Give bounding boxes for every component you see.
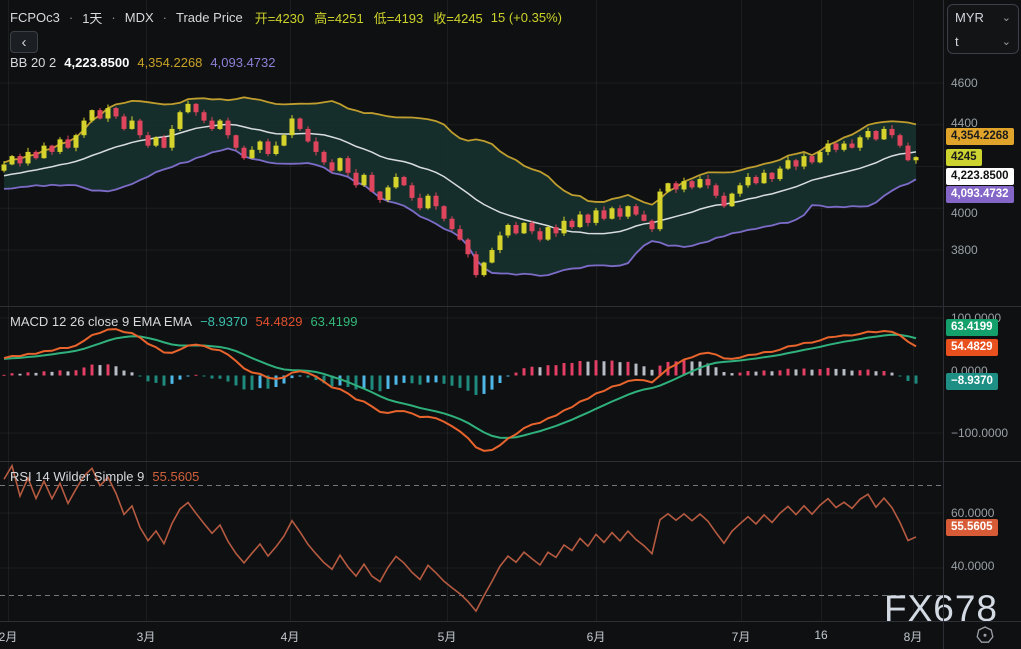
axis-price-badge: 4,354.2268	[946, 128, 1014, 145]
chevron-down-icon: ⌄	[1001, 35, 1011, 48]
ohlc-item: 收=4245	[433, 11, 483, 26]
rsi-pane	[0, 463, 943, 613]
macd-title: MACD 12 26 close 9 EMA EMA	[10, 314, 193, 329]
change-percent: 15 (+0.35%)	[490, 10, 562, 25]
time-axis-label: 7月	[731, 630, 751, 644]
chevron-down-icon: ⌄	[1001, 11, 1011, 24]
axis-tick: 3800	[951, 243, 978, 257]
macd-line-value: 54.4829	[255, 314, 303, 329]
axis-tick: 4600	[951, 76, 978, 90]
pane-divider-price-macd[interactable]	[0, 306, 1021, 307]
scale-unit-selectors: MYR ⌄ t ⌄	[947, 4, 1019, 54]
time-axis-label: 3月	[136, 630, 156, 644]
bb-upper-value: 4,354.2268	[137, 55, 203, 70]
rsi-line	[3, 463, 917, 613]
bb-indicator-row[interactable]: BB 20 2 4,223.8500 4,354.2268 4,093.4732	[10, 55, 276, 70]
ohlc-item: 高=4251	[314, 11, 364, 26]
unit-selector[interactable]: t ⌄	[948, 29, 1018, 53]
symbol-header: FCPOc3 · 1天 · MDX · Trade Price 开=4230 高=…	[10, 8, 562, 27]
bb-title: BB 20 2	[10, 55, 57, 70]
time-axis-label: 4月	[280, 630, 300, 644]
axis-tick: 60.0000	[951, 506, 995, 520]
pane-divider-macd-rsi[interactable]	[0, 461, 1021, 462]
unit-value: t	[955, 33, 959, 49]
macd-indicator-row[interactable]: MACD 12 26 close 9 EMA EMA −8.9370 54.48…	[10, 314, 357, 329]
time-axis-label: 6月	[586, 630, 606, 644]
rsi-value: 55.5605	[152, 469, 200, 484]
time-axis-label: 8月	[903, 630, 923, 644]
ohlc-item: 开=4230	[254, 11, 305, 26]
back-button[interactable]: ‹	[10, 31, 38, 53]
time-axis[interactable]: 2月 3月 4月 5月 6月 7月 16 8月	[0, 622, 1021, 649]
interval-label[interactable]: 1天	[82, 8, 102, 27]
currency-value: MYR	[955, 9, 984, 25]
macd-signal-value: 63.4199	[310, 314, 358, 329]
axis-price-badge: 4,223.8500	[946, 168, 1014, 185]
chevron-left-icon: ‹	[21, 33, 27, 51]
axis-tick: −100.0000	[951, 426, 1009, 440]
axis-price-badge: −8.9370	[946, 373, 998, 390]
symbol-name[interactable]: FCPOc3	[10, 10, 60, 25]
rsi-title: RSI 14 Wilder Simple 9	[10, 469, 145, 484]
bb-basis-value: 4,223.8500	[64, 55, 130, 70]
grid-lines	[0, 0, 943, 621]
trading-chart-app: FX678 FCPOc3 · 1天 · MDX · Trade Price 开=…	[0, 0, 1021, 649]
time-axis-label: 16	[814, 628, 828, 642]
macd-histogram-value: −8.9370	[200, 314, 248, 329]
axis-price-badge: 4,093.4732	[946, 186, 1014, 203]
currency-selector[interactable]: MYR ⌄	[948, 5, 1018, 29]
bb-lower-value: 4,093.4732	[210, 55, 276, 70]
exchange-label: MDX	[124, 10, 154, 25]
ohlc-values: 开=4230 高=4251 低=4193 收=4245	[255, 8, 483, 27]
axis-tick: 40.0000	[951, 559, 995, 573]
macd-histogram	[2, 360, 918, 395]
axis-tick: 4000	[951, 206, 978, 220]
rsi-indicator-row[interactable]: RSI 14 Wilder Simple 9 55.5605	[10, 469, 199, 484]
time-axis-label: 2月	[0, 630, 18, 644]
ohlc-item: 低=4193	[373, 11, 424, 26]
axis-price-badge: 54.4829	[946, 339, 998, 356]
time-axis-label: 5月	[437, 630, 457, 644]
axis-price-badge: 63.4199	[946, 319, 998, 336]
settings-icon[interactable]	[976, 626, 994, 645]
chart-canvas[interactable]	[0, 0, 943, 621]
axis-price-badge: 55.5605	[946, 519, 998, 536]
price-scale[interactable]: 4600 4400 4000 3800 100.0000 0.0000 −100.0000 6…	[944, 0, 1021, 621]
axis-price-badge: 4245	[946, 149, 982, 166]
price-type-label: Trade Price	[176, 10, 243, 25]
